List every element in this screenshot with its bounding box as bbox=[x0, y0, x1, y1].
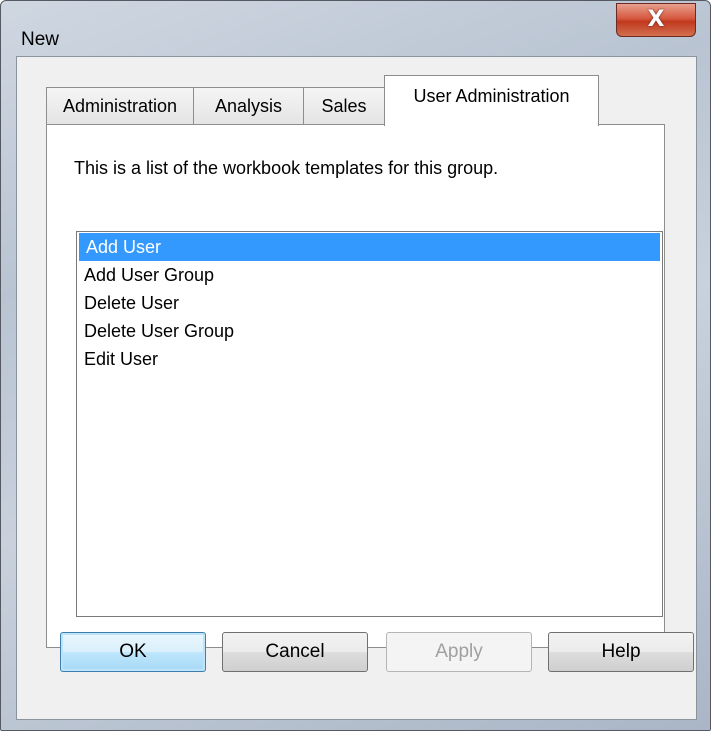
dialog-window: New X Administration Analysis Sales User… bbox=[0, 0, 711, 731]
tab-administration[interactable]: Administration bbox=[46, 87, 194, 124]
list-item-delete-user-group[interactable]: Delete User Group bbox=[77, 317, 662, 345]
help-button[interactable]: Help bbox=[548, 632, 694, 672]
list-item-delete-user[interactable]: Delete User bbox=[77, 289, 662, 317]
ok-button[interactable]: OK bbox=[60, 632, 206, 672]
list-item-add-user-group[interactable]: Add User Group bbox=[77, 261, 662, 289]
title-bar[interactable]: New X bbox=[1, 1, 710, 53]
apply-button[interactable]: Apply bbox=[386, 632, 532, 672]
dialog-client-area: Administration Analysis Sales User Admin… bbox=[16, 56, 697, 720]
tab-sales[interactable]: Sales bbox=[303, 87, 385, 124]
cancel-button[interactable]: Cancel bbox=[222, 632, 368, 672]
close-button[interactable]: X bbox=[616, 3, 696, 37]
list-item-edit-user[interactable]: Edit User bbox=[77, 345, 662, 373]
tab-panel: This is a list of the workbook templates… bbox=[46, 124, 665, 648]
template-listbox[interactable]: Add User Add User Group Delete User Dele… bbox=[76, 231, 663, 617]
tab-user-administration[interactable]: User Administration bbox=[384, 75, 599, 126]
window-title: New bbox=[21, 29, 60, 50]
list-item-add-user[interactable]: Add User bbox=[79, 233, 660, 261]
close-icon: X bbox=[647, 7, 665, 32]
panel-description: This is a list of the workbook templates… bbox=[74, 158, 499, 178]
tab-analysis[interactable]: Analysis bbox=[193, 87, 304, 124]
